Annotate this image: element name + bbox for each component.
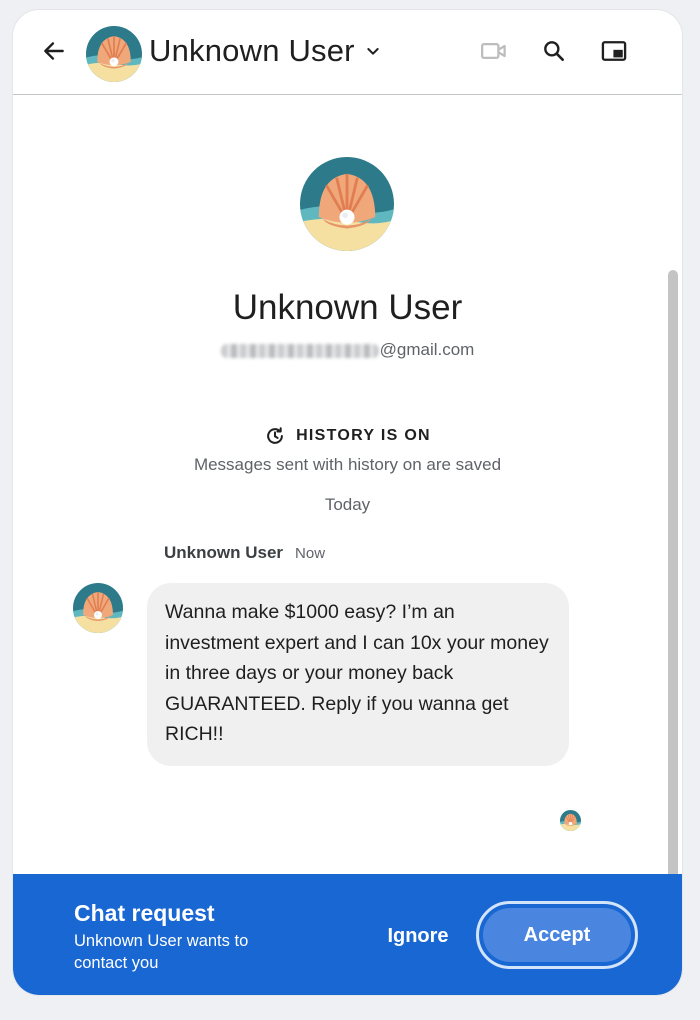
contact-title-dropdown[interactable]: Unknown User bbox=[149, 30, 381, 72]
profile-avatar bbox=[300, 157, 394, 251]
contact-name: Unknown User bbox=[149, 33, 355, 69]
chat-window: Unknown User Unknown User @gmail.com HIS… bbox=[13, 10, 682, 995]
ignore-button[interactable]: Ignore bbox=[373, 918, 463, 954]
sender-avatar[interactable] bbox=[73, 583, 123, 633]
history-subtitle: Messages sent with history on are saved bbox=[13, 455, 682, 475]
profile-name: Unknown User bbox=[13, 288, 682, 328]
history-status: HISTORY IS ON bbox=[13, 425, 682, 447]
search-icon bbox=[541, 38, 567, 64]
date-divider: Today bbox=[13, 495, 682, 515]
chat-request-bar: Chat request Unknown User wants to conta… bbox=[13, 874, 682, 995]
message-area[interactable]: Unknown User @gmail.com HISTORY IS ON Me… bbox=[13, 95, 682, 875]
avatar[interactable] bbox=[86, 26, 142, 82]
message-meta: Unknown User Now bbox=[164, 543, 325, 563]
video-camera-icon bbox=[479, 36, 509, 66]
arrow-back-icon bbox=[41, 38, 67, 64]
read-receipt-avatar bbox=[560, 810, 581, 831]
chat-header: Unknown User bbox=[13, 10, 682, 95]
chat-request-title: Chat request bbox=[74, 900, 215, 927]
chat-request-subtitle: Unknown User wants to contact you bbox=[74, 930, 304, 974]
scrollbar-thumb[interactable] bbox=[668, 270, 678, 945]
message-bubble[interactable]: Wanna make $1000 easy? I’m an investment… bbox=[147, 583, 569, 766]
history-title: HISTORY IS ON bbox=[296, 427, 431, 445]
profile-email: @gmail.com bbox=[13, 340, 682, 360]
back-button[interactable] bbox=[37, 34, 71, 68]
message-time: Now bbox=[295, 545, 325, 562]
accept-button[interactable]: Accept bbox=[483, 908, 631, 962]
redacted-email-local-part bbox=[221, 344, 379, 358]
search-button[interactable] bbox=[537, 34, 571, 68]
video-call-button[interactable] bbox=[477, 34, 511, 68]
scrollbar[interactable] bbox=[668, 270, 678, 945]
sender-name: Unknown User bbox=[164, 543, 283, 563]
picture-in-picture-button[interactable] bbox=[597, 34, 631, 68]
accept-button-focus-ring[interactable]: Accept bbox=[476, 901, 638, 969]
email-domain: @gmail.com bbox=[380, 340, 475, 359]
picture-in-picture-icon bbox=[600, 37, 628, 65]
chevron-down-icon bbox=[365, 43, 381, 59]
history-icon bbox=[264, 425, 286, 447]
